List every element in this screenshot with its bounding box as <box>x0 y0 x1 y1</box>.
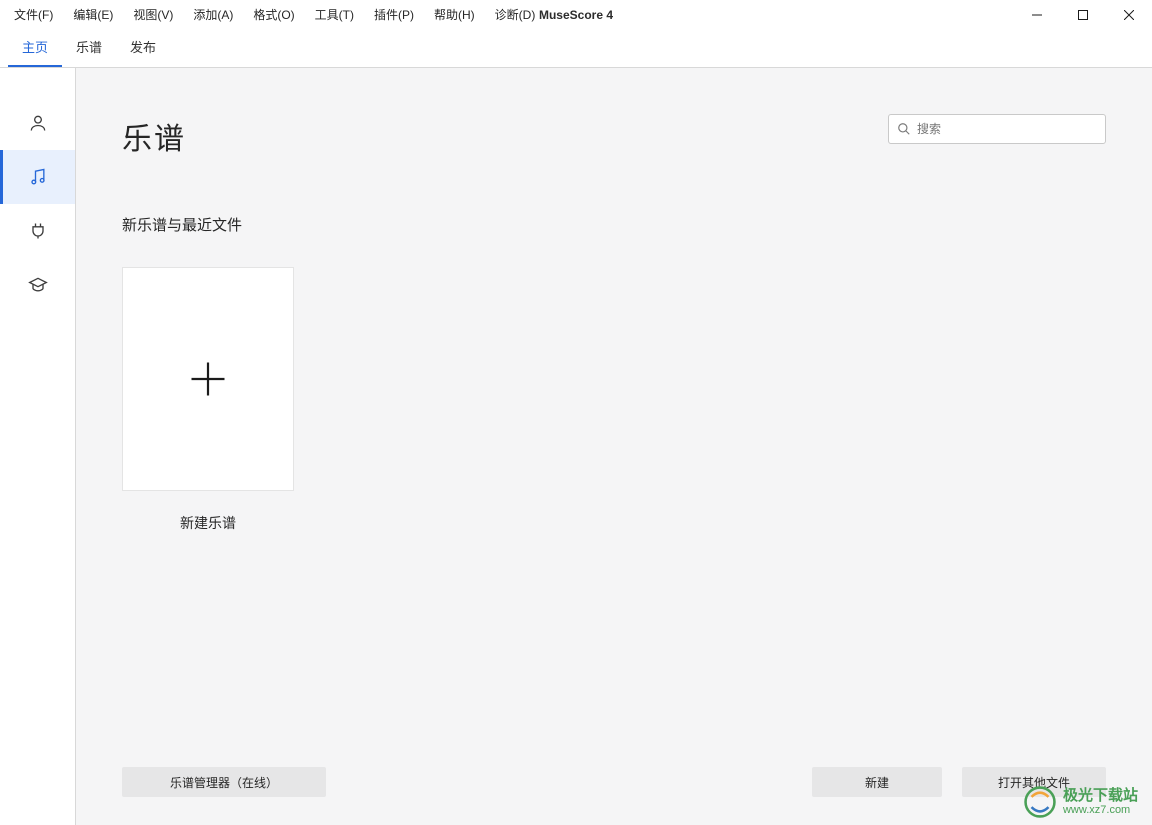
score-manager-button[interactable]: 乐谱管理器（在线） <box>122 767 326 797</box>
close-button[interactable] <box>1106 0 1152 30</box>
minimize-button[interactable] <box>1014 0 1060 30</box>
sidebar-item-scores[interactable] <box>0 150 75 204</box>
menu-add[interactable]: 添加(A) <box>183 0 243 30</box>
content-footer: 乐谱管理器（在线） 新建 打开其他文件 <box>122 767 1106 797</box>
section-subtitle: 新乐谱与最近文件 <box>122 214 1106 235</box>
tab-score[interactable]: 乐谱 <box>62 29 116 67</box>
tab-home[interactable]: 主页 <box>8 29 62 67</box>
new-score-thumb <box>122 267 294 491</box>
sidebar <box>0 68 76 825</box>
page-title: 乐谱 <box>122 114 186 158</box>
plus-icon <box>186 357 230 401</box>
menu-items: 文件(F) 编辑(E) 视图(V) 添加(A) 格式(O) 工具(T) 插件(P… <box>4 0 545 30</box>
sidebar-item-learn[interactable] <box>0 258 75 312</box>
search-icon <box>897 122 911 136</box>
menu-view[interactable]: 视图(V) <box>123 0 183 30</box>
sidebar-item-account[interactable] <box>0 96 75 150</box>
user-icon <box>28 113 48 133</box>
new-button[interactable]: 新建 <box>812 767 942 797</box>
search-box[interactable] <box>888 114 1106 144</box>
maximize-button[interactable] <box>1060 0 1106 30</box>
menu-edit[interactable]: 编辑(E) <box>63 0 123 30</box>
close-icon <box>1124 10 1134 20</box>
menu-file[interactable]: 文件(F) <box>4 0 63 30</box>
menu-diag[interactable]: 诊断(D) <box>485 0 546 30</box>
new-score-card[interactable]: 新建乐谱 <box>122 267 294 533</box>
maximize-icon <box>1078 10 1088 20</box>
new-score-label: 新建乐谱 <box>180 513 236 533</box>
open-other-button[interactable]: 打开其他文件 <box>962 767 1106 797</box>
window-controls <box>1014 0 1152 30</box>
menubar: 文件(F) 编辑(E) 视图(V) 添加(A) 格式(O) 工具(T) 插件(P… <box>0 0 1152 30</box>
app-title: MuseScore 4 <box>539 8 613 22</box>
minimize-icon <box>1032 10 1042 20</box>
watermark-text-en: www.xz7.com <box>1063 804 1138 816</box>
menu-plugins[interactable]: 插件(P) <box>364 0 424 30</box>
content: 乐谱 新乐谱与最近文件 新建乐谱 乐谱管理器（在线） <box>76 68 1152 825</box>
menu-help[interactable]: 帮助(H) <box>424 0 485 30</box>
menu-format[interactable]: 格式(O) <box>243 0 304 30</box>
tab-publish[interactable]: 发布 <box>116 29 170 67</box>
music-note-icon <box>28 167 48 187</box>
plugin-icon <box>28 221 48 241</box>
search-input[interactable] <box>917 122 1097 136</box>
tabsbar: 主页 乐谱 发布 <box>0 30 1152 68</box>
content-header: 乐谱 <box>122 114 1106 158</box>
menu-tools[interactable]: 工具(T) <box>305 0 364 30</box>
learn-icon <box>28 275 48 295</box>
cards: 新建乐谱 <box>122 267 1106 533</box>
sidebar-item-plugins[interactable] <box>0 204 75 258</box>
